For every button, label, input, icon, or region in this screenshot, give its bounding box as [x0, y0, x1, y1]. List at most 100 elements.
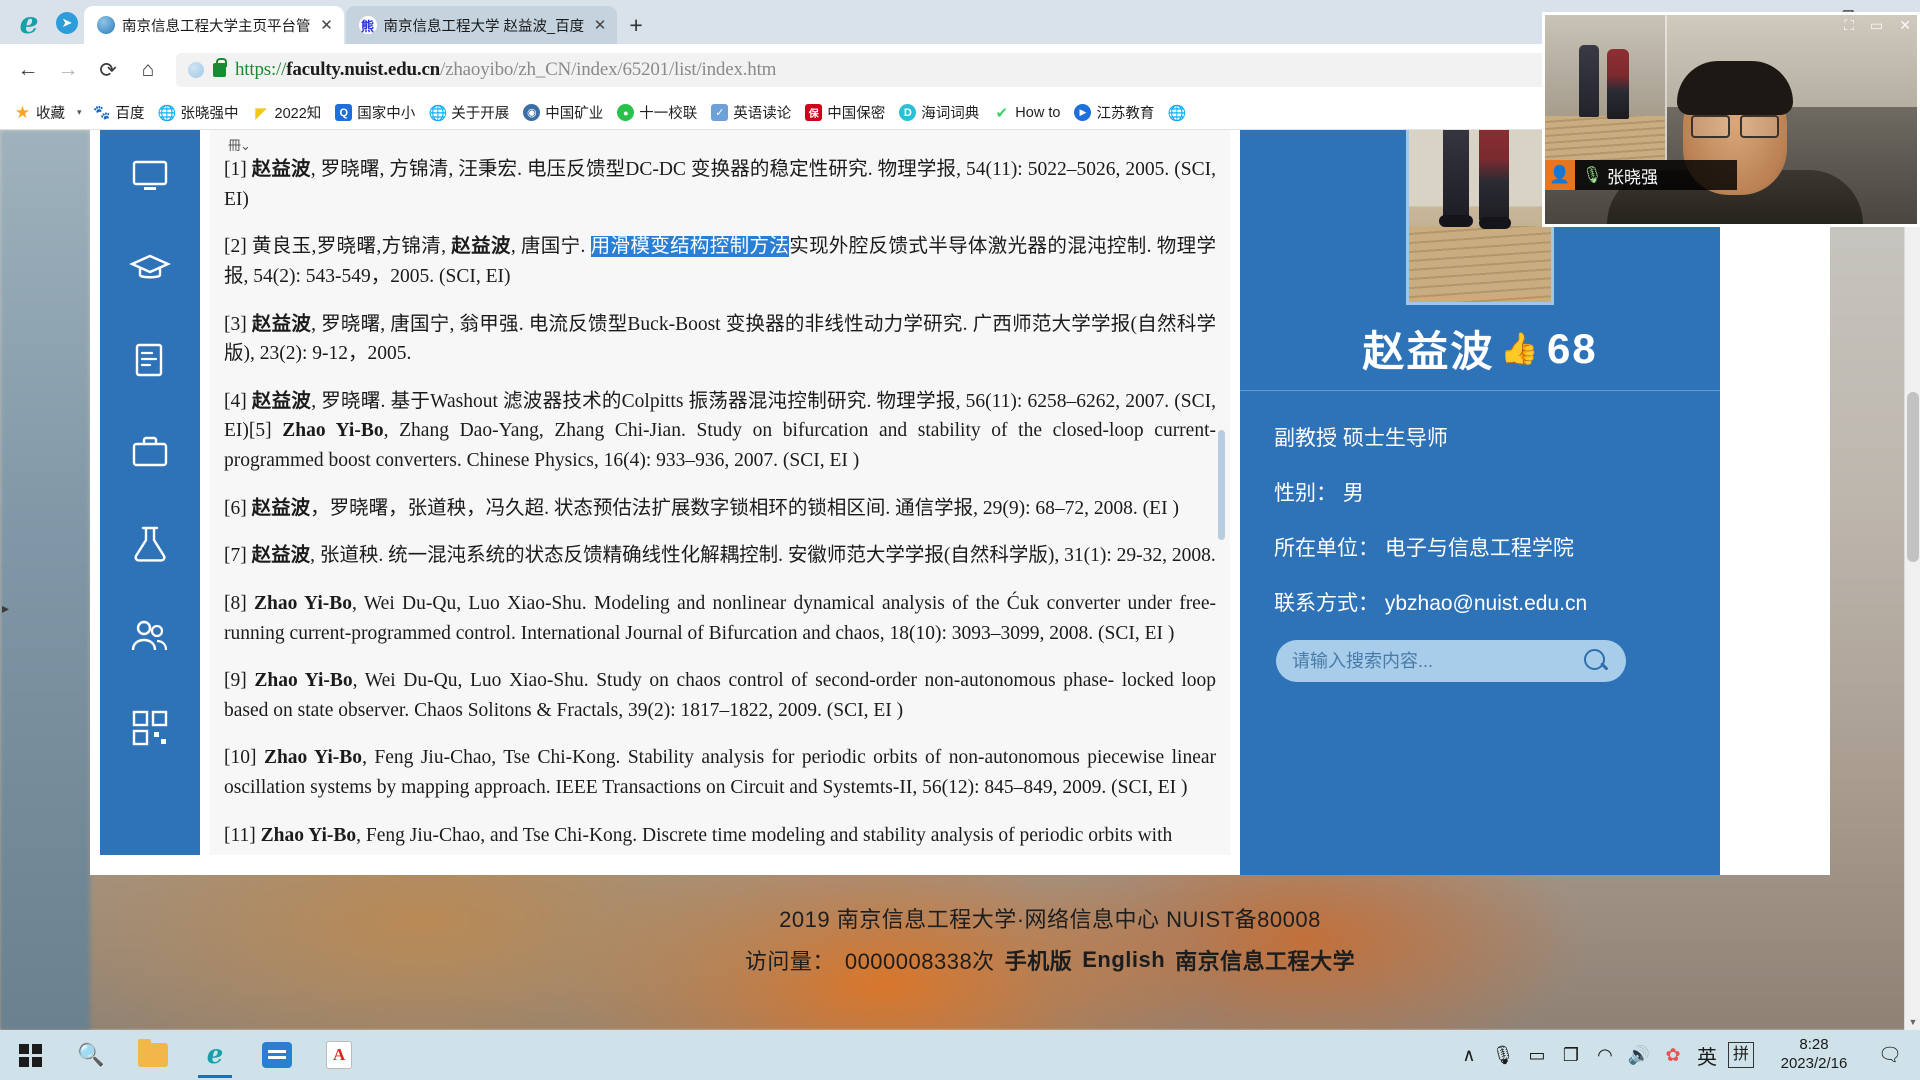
browser-tab-1[interactable]: 南京信息工程大学主页平台管 ✕ [84, 6, 344, 44]
wechat-icon: ● [617, 104, 635, 121]
taskbar-wps-office[interactable] [246, 1030, 308, 1080]
forward-button[interactable]: → [50, 52, 86, 88]
url-scheme: https:// [235, 59, 287, 80]
page-background-left [0, 130, 90, 1030]
bookmark-label: How to [1015, 104, 1061, 121]
bookmark-item[interactable]: 🌐 张晓强中 [153, 99, 245, 126]
field-label: 性别： [1274, 482, 1337, 505]
page-footer: 2019 南京信息工程大学·网络信息中心 NUIST备80008 访问量： 00… [180, 878, 1920, 988]
publications-panel: 冊⌄ [1] 赵益波, 罗晓曙, 方锦清, 汪秉宏. 电压反馈型DC-DC 变换… [210, 130, 1230, 855]
sogou-icon[interactable]: ✿ [1656, 1030, 1690, 1080]
tab-title: 南京信息工程大学 赵益波_百度 [383, 18, 585, 35]
bookmark-item[interactable]: ▶ 江苏教育 [1068, 99, 1160, 126]
profile-name-row: 赵益波 👍 68 [1240, 318, 1720, 379]
briefcase-icon [132, 436, 168, 467]
qrcode-icon [132, 710, 168, 746]
seal-icon: ◉ [523, 104, 541, 121]
thumbs-up-icon[interactable]: 👍 [1500, 330, 1541, 367]
scroll-down-icon[interactable]: ▼ [1905, 1014, 1920, 1030]
graduation-cap-icon [129, 254, 171, 279]
like-count: 68 [1546, 324, 1598, 372]
close-tab-icon[interactable]: ✕ [591, 16, 609, 34]
publications-scrollbar-thumb[interactable] [1218, 430, 1225, 540]
notification-center-icon[interactable]: 🗨 [1870, 1043, 1910, 1067]
bookmark-item[interactable]: ● 十一校联 [611, 99, 703, 126]
site-search-box[interactable] [1276, 640, 1626, 682]
taskbar-pdf-reader[interactable] [308, 1030, 370, 1080]
taskbar-clock[interactable]: 8:28 2023/2/16 [1758, 1036, 1870, 1074]
back-button[interactable]: ← [10, 52, 46, 88]
bookmark-item[interactable]: ◉ 中国矿业 [517, 99, 609, 126]
start-button[interactable] [0, 1030, 60, 1080]
bookmark-item[interactable]: ★ 收藏 [8, 99, 71, 126]
footer-link-mobile[interactable]: 手机版 [1005, 944, 1073, 976]
battery-icon[interactable]: ▭ [1520, 1030, 1554, 1080]
video-call-overlay[interactable]: 👤 🎙 张晓强 ⛶ ▭ ✕ [1542, 12, 1920, 227]
footer-link-english[interactable]: English [1082, 947, 1165, 973]
input-lang-icon[interactable]: 英 [1690, 1030, 1724, 1080]
publication-entry: [11] Zhao Yi-Bo, Feng Jiu-Chao, and Tse … [224, 824, 1173, 846]
page-scrollbar[interactable]: ▲ ▼ [1904, 130, 1920, 1030]
footer-link-university[interactable]: 南京信息工程大学 [1175, 944, 1355, 976]
avatar-photo [1409, 130, 1551, 302]
avatar-shoe-right [1479, 217, 1511, 229]
rail-item-monitor[interactable] [100, 130, 200, 222]
browser-tab-2[interactable]: 熊 南京信息工程大学 赵益波_百度 ✕ [345, 6, 618, 44]
page-scrollbar-thumb[interactable] [1907, 392, 1919, 562]
rail-item-document-pen[interactable] [100, 314, 200, 406]
video-restore-icon[interactable]: ⛶ [1844, 17, 1854, 34]
publication-entry: [9] Zhao Yi-Bo, Wei Du-Qu, Luo Xiao-Shu.… [224, 670, 1216, 721]
bookmark-label: 张晓强中 [180, 106, 239, 122]
search-input[interactable] [1292, 650, 1582, 672]
rail-item-briefcase[interactable] [100, 406, 200, 498]
pinyin-mode-icon[interactable]: 拼 [1728, 1042, 1754, 1068]
section-nav-rail [100, 130, 200, 855]
microphone-icon[interactable]: 🎙 [1486, 1030, 1520, 1080]
avatar-figure-left [1443, 130, 1469, 219]
footer-copyright: 2019 南京信息工程大学·网络信息中心 NUIST备80008 [779, 907, 1321, 932]
rail-item-graduation-cap[interactable] [100, 222, 200, 314]
bookmark-item[interactable]: ◤ 2022知 [247, 99, 328, 126]
bookmark-item[interactable]: D 海词词典 [893, 99, 985, 126]
tab-title: 南京信息工程大学主页平台管 [122, 18, 311, 35]
bookmark-item[interactable]: ✔ How to [987, 101, 1066, 124]
rail-item-qrcode[interactable] [100, 682, 200, 774]
bookmark-item[interactable]: 🐾 百度 [88, 99, 151, 126]
bookmark-item[interactable]: 🌐 关于开展 [423, 99, 515, 126]
bookmark-item[interactable]: 保中国保密 [799, 99, 891, 126]
rail-item-people[interactable] [100, 590, 200, 682]
globe-icon: 🌐 [428, 104, 448, 122]
reload-button[interactable]: ⟳ [90, 52, 126, 88]
system-tray: ∧ 🎙 ▭ ❐ ◠ 🔊 ✿ 英拼 8:28 2023/2/16 🗨 [1452, 1030, 1920, 1080]
telegram-icon[interactable]: ➤ [50, 2, 84, 44]
display-settings-icon[interactable]: ❐ [1554, 1030, 1588, 1080]
publication-entry: [3] 赵益波, 罗晓曙, 唐国宁, 翁甲强. 电流反馈型Buck-Boost … [224, 313, 1216, 365]
taskbar-file-explorer[interactable] [122, 1030, 184, 1080]
close-tab-icon[interactable]: ✕ [318, 16, 336, 34]
new-tab-button[interactable]: + [619, 8, 653, 42]
taskbar-edge-browser[interactable]: e [184, 1030, 246, 1080]
publication-entry: [2] 黄良玉,罗晓曙,方锦清, 赵益波, 唐国宁. 用滑模变结构控制方法实现外… [224, 236, 1216, 287]
bookmark-item[interactable]: 🌐 [1162, 101, 1191, 124]
microphone-icon[interactable]: 🎙 [1582, 165, 1602, 185]
bookmark-item[interactable]: Q 国家中小 [329, 99, 421, 126]
taskbar-search-button[interactable]: 🔍 [60, 1030, 122, 1080]
video-self-thumbnail[interactable] [1545, 15, 1667, 160]
volume-icon[interactable]: 🔊 [1622, 1030, 1656, 1080]
sidebar-expand-icon[interactable]: ▸ [2, 600, 9, 617]
wifi-icon[interactable]: ◠ [1588, 1030, 1622, 1080]
profile-field-contact: 联系方式： ybzhao@nuist.edu.cn [1274, 593, 1694, 614]
show-hidden-icons[interactable]: ∧ [1452, 1030, 1486, 1080]
bookmark-item[interactable]: ✓ 英语读论 [705, 99, 797, 126]
participant-name: 张晓强 [1607, 167, 1658, 187]
video-minimize-icon[interactable]: ▭ [1870, 17, 1883, 34]
triangle-icon: ◤ [255, 104, 267, 122]
video-close-icon[interactable]: ✕ [1899, 17, 1911, 34]
chevron-down-icon[interactable]: ▾ [73, 107, 86, 118]
monitor-icon [132, 160, 168, 190]
rail-item-flask[interactable] [100, 498, 200, 590]
clipped-heading-text: 冊⌄ [228, 138, 251, 153]
search-icon[interactable] [1582, 647, 1610, 675]
publication-entry: [8] Zhao Yi-Bo, Wei Du-Qu, Luo Xiao-Shu.… [224, 592, 1216, 644]
home-button[interactable]: ⌂ [130, 52, 166, 88]
